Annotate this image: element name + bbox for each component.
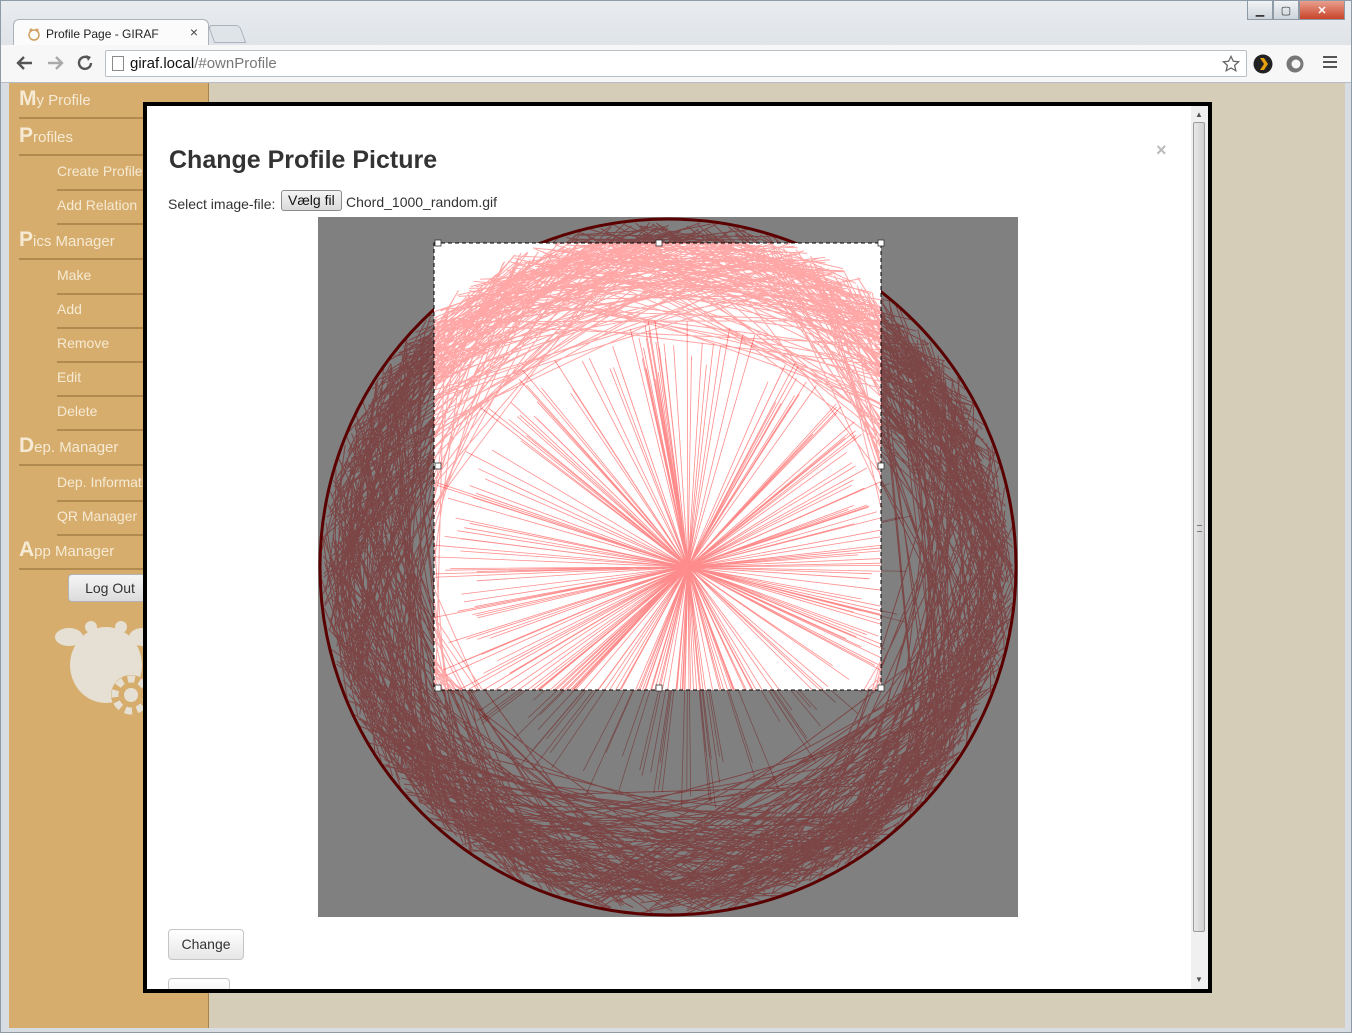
giraf-favicon-icon: [28, 28, 40, 41]
pics-manager-label: ics Manager: [33, 233, 115, 250]
tab-title: Profile Page - GIRAF: [46, 27, 159, 41]
crop-handle-nw[interactable]: [434, 239, 442, 247]
modal-title: Change Profile Picture: [169, 146, 438, 174]
crop-handle-sw[interactable]: [434, 684, 442, 692]
logout-button[interactable]: Log Out: [68, 574, 152, 602]
selected-file-name: Chord_1000_random.gif: [346, 194, 497, 210]
crop-handle-ne[interactable]: [877, 239, 885, 247]
forward-arrow-icon[interactable]: [45, 53, 65, 73]
maximize-button[interactable]: ▢: [1273, 1, 1299, 20]
minimize-button[interactable]: ▁: [1247, 1, 1273, 20]
my-profile-initial: M: [19, 87, 37, 110]
scroll-up-arrow-icon[interactable]: ▲: [1195, 110, 1203, 119]
crop-handle-w[interactable]: [434, 462, 442, 470]
tab-profile-page[interactable]: Profile Page - GIRAF ×: [13, 19, 209, 47]
window-controls: ▁ ▢ ✕: [1247, 1, 1345, 21]
back-arrow-icon[interactable]: [15, 53, 35, 73]
change-picture-modal: Change Profile Picture × Select image-fi…: [143, 102, 1212, 993]
close-window-button[interactable]: ✕: [1299, 1, 1345, 20]
bookmark-star-icon[interactable]: [1222, 55, 1240, 73]
change-button[interactable]: Change: [168, 929, 244, 960]
scroll-down-arrow-icon[interactable]: ▼: [1195, 975, 1203, 984]
dep-manager-label: ep. Manager: [34, 439, 119, 456]
tab-close-icon[interactable]: ×: [190, 24, 198, 40]
url-path: /#ownProfile: [194, 55, 277, 72]
crop-handle-e[interactable]: [877, 462, 885, 470]
crop-handle-n[interactable]: [655, 239, 663, 247]
profiles-label: rofiles: [33, 129, 74, 146]
profiles-initial: P: [19, 124, 34, 147]
image-crop-area[interactable]: [318, 217, 1018, 917]
tab-strip: Profile Page - GIRAF × ▁ ▢ ✕: [1, 1, 1351, 47]
url-host: giraf.local: [130, 55, 195, 72]
chrome-menu-icon[interactable]: [1323, 56, 1337, 71]
page-icon: [112, 56, 124, 71]
address-bar[interactable]: giraf.local/#ownProfile: [105, 50, 1247, 77]
new-tab-button[interactable]: [207, 25, 247, 43]
crop-handle-s[interactable]: [655, 684, 663, 692]
reload-icon[interactable]: [75, 53, 95, 73]
url-text: giraf.local/#ownProfile: [130, 51, 277, 76]
browser-toolbar: giraf.local/#ownProfile: [1, 45, 1351, 83]
plex-extension-icon[interactable]: [1253, 54, 1273, 74]
extension-ring-icon[interactable]: [1285, 54, 1305, 74]
modal-scrollbar[interactable]: ▲ ▼: [1191, 106, 1208, 989]
app-manager-initial: A: [19, 538, 35, 561]
modal-close-icon[interactable]: ×: [1156, 140, 1167, 161]
my-profile-label: y Profile: [36, 92, 91, 109]
app-manager-label: pp Manager: [34, 543, 115, 560]
scrollbar-thumb[interactable]: [1193, 122, 1205, 932]
browser-window: Profile Page - GIRAF × ▁ ▢ ✕ giraf.local…: [0, 0, 1352, 1033]
file-input-label: Select image-file:: [168, 196, 276, 212]
pics-manager-initial: P: [19, 228, 34, 251]
close-modal-button[interactable]: [168, 978, 230, 989]
choose-file-button[interactable]: Vælg fil: [281, 190, 342, 211]
crop-handle-se[interactable]: [877, 684, 885, 692]
dep-manager-initial: D: [19, 434, 35, 457]
